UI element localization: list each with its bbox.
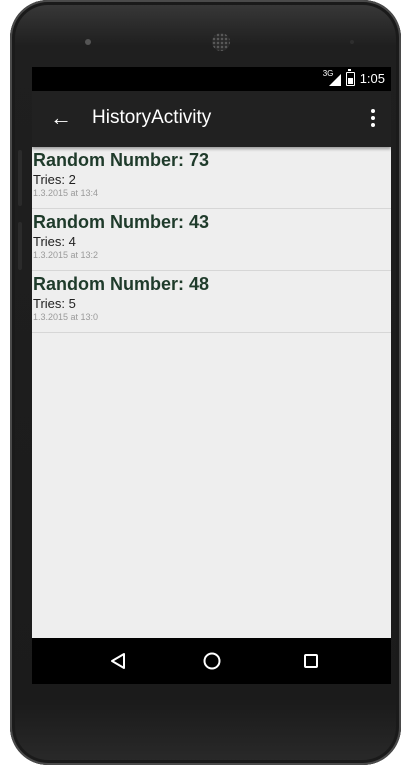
- timestamp: 1.3.2015 at 13:2: [33, 250, 99, 260]
- triangle-back-icon: [111, 653, 125, 669]
- timestamp: 1.3.2015 at 13:4: [33, 188, 99, 198]
- random-number: Random Number: 48: [33, 274, 210, 294]
- back-arrow-icon[interactable]: ←: [50, 104, 72, 132]
- random-number: Random Number: 43: [33, 212, 210, 232]
- app-bar: ← HistoryActivity: [32, 91, 391, 147]
- signal-icon: 3G: [323, 69, 341, 86]
- device-screen: 3G 1:05 ← HistoryActivity Random Number:…: [32, 67, 391, 684]
- status-time: 1:05: [359, 71, 385, 86]
- history-item[interactable]: Random Number: 43 Tries: 4 1.3.2015 at 1…: [32, 209, 391, 271]
- status-bar: 3G 1:05: [32, 67, 391, 91]
- timestamp: 1.3.2015 at 13:0: [33, 312, 99, 322]
- history-item[interactable]: Random Number: 48 Tries: 5 1.3.2015 at 1…: [32, 271, 391, 333]
- power-button: [18, 222, 22, 270]
- random-number: Random Number: 73: [33, 150, 210, 170]
- circle-home-icon: [203, 652, 221, 670]
- nav-back-button[interactable]: [88, 638, 148, 684]
- history-list: Random Number: 73 Tries: 2 1.3.2015 at 1…: [32, 147, 391, 333]
- battery-icon: [345, 68, 355, 86]
- page-title: HistoryActivity: [92, 107, 212, 128]
- tries-count: Tries: 4: [33, 234, 76, 249]
- square-recents-icon: [304, 654, 318, 668]
- proximity-sensor: [350, 40, 354, 44]
- history-item[interactable]: Random Number: 73 Tries: 2 1.3.2015 at 1…: [32, 147, 391, 209]
- volume-button: [18, 150, 22, 206]
- earpiece-speaker: [212, 33, 230, 51]
- tries-count: Tries: 2: [33, 172, 76, 187]
- nav-recents-button[interactable]: [281, 638, 341, 684]
- overflow-menu-icon[interactable]: [371, 109, 375, 127]
- front-camera: [85, 39, 91, 45]
- navigation-bar: [32, 638, 391, 684]
- nav-home-button[interactable]: [182, 638, 242, 684]
- tries-count: Tries: 5: [33, 296, 76, 311]
